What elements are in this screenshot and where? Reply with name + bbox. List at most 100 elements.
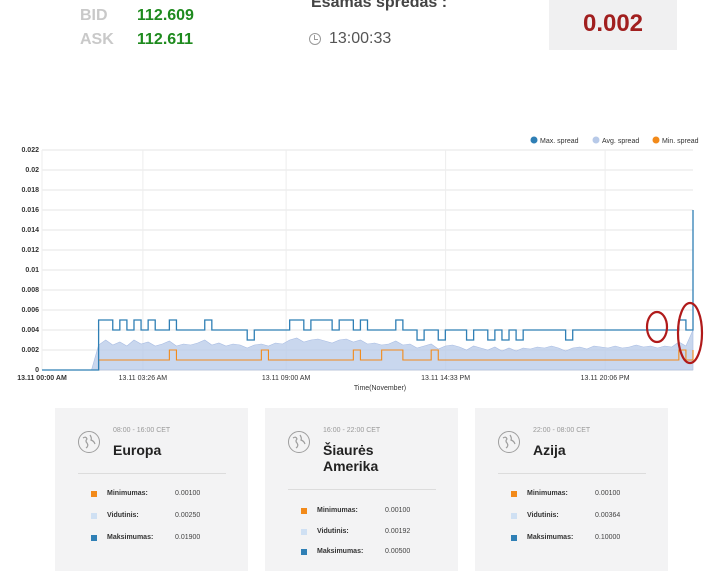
ask-value: 112.611	[137, 31, 194, 48]
current-time: 13:00:33	[329, 30, 392, 47]
y-tick-label: 0.018	[21, 187, 39, 194]
avg-value: 0.00364	[595, 512, 621, 519]
max-swatch	[91, 535, 97, 541]
max-swatch	[301, 549, 307, 555]
x-tick-label: 13.11 20:06 PM	[581, 375, 630, 382]
y-tick-label: 0.008	[21, 287, 39, 294]
clock-icon	[309, 33, 321, 45]
legend-swatch	[530, 136, 538, 144]
legend-swatch	[652, 136, 660, 144]
ask-label: ASK	[80, 31, 114, 48]
price-ticker: BID 112.609 ASK 112.611 Esamas spredas :…	[0, 0, 725, 60]
current-spread-label: Esamas spredas :	[311, 0, 448, 11]
avg-row: Vidutinis: 0.00192	[301, 528, 441, 538]
avg-swatch	[511, 513, 517, 519]
y-tick-label: 0	[35, 367, 39, 374]
globe-glyph	[292, 434, 306, 449]
avg-spread-area	[42, 329, 694, 371]
max-value: 0.10000	[595, 534, 621, 541]
max-value: 0.00500	[385, 548, 411, 555]
min-row: Minimumas: 0.00100	[301, 507, 441, 517]
avg-swatch	[301, 529, 307, 535]
annotation-circle	[645, 310, 669, 344]
x-tick-label: 13.11 03:26 AM	[119, 375, 168, 382]
avg-label: Vidutinis:	[317, 528, 349, 535]
min-value: 0.00100	[385, 507, 411, 514]
max-row: Maksimumas: 0.10000	[511, 534, 651, 544]
max-label: Maksimumas:	[107, 534, 154, 541]
avg-label: Vidutinis:	[527, 512, 559, 519]
bid-label: BID	[80, 7, 108, 24]
y-tick-label: 0.016	[21, 207, 39, 214]
avg-row: Vidutinis: 0.00250	[91, 512, 231, 522]
legend-label: Max. spread	[540, 138, 579, 145]
region-name: Europa	[113, 442, 161, 458]
legend-label: Min. spread	[662, 138, 699, 145]
min-row: Minimumas: 0.00100	[511, 490, 651, 500]
avg-value: 0.00192	[385, 528, 411, 535]
legend-swatch	[592, 136, 600, 144]
x-axis-label: Time(November)	[354, 385, 406, 392]
y-tick-label: 0.022	[21, 147, 39, 154]
x-tick-label: 13.11 09:00 AM	[262, 375, 311, 382]
x-tick-label: 13.11 00:00 AM	[17, 375, 67, 382]
max-swatch	[511, 535, 517, 541]
session-hours: 16:00 - 22:00 CET	[323, 427, 381, 434]
globe-glyph	[502, 434, 516, 449]
max-label: Maksimumas:	[527, 534, 574, 541]
divider	[498, 473, 646, 474]
max-label: Maksimumas:	[317, 548, 364, 555]
current-spread-box: 0.002	[549, 0, 677, 50]
min-label: Minimumas:	[107, 490, 148, 497]
bid-value: 112.609	[137, 7, 194, 24]
legend-label: Avg. spread	[602, 138, 639, 145]
y-tick-label: 0.02	[25, 167, 39, 174]
y-tick-label: 0.014	[21, 227, 39, 234]
max-value: 0.01900	[175, 534, 201, 541]
x-tick-label: 13.11 14:33 PM	[421, 375, 470, 382]
current-spread-value: 0.002	[582, 10, 644, 37]
region-name-line1: Europa	[113, 442, 162, 458]
max-row: Maksimumas: 0.00500	[301, 548, 441, 558]
divider	[288, 489, 436, 490]
globe-glyph	[82, 434, 96, 449]
session-card-asia: 22:00 - 08:00 CET Azija Minimumas: 0.0010…	[475, 408, 668, 571]
y-tick-label: 0.012	[21, 247, 39, 254]
y-tick-label: 0.006	[21, 307, 39, 314]
y-tick-label: 0.004	[21, 327, 39, 334]
session-hours: 22:00 - 08:00 CET	[533, 427, 591, 434]
min-swatch	[91, 491, 97, 497]
max-row: Maksimumas: 0.01900	[91, 534, 231, 544]
min-value: 0.00100	[175, 490, 201, 497]
session-card-europe: 08:00 - 16:00 CET Europa Minimumas: 0.001…	[55, 408, 248, 571]
europe-globe-icon	[78, 431, 100, 453]
avg-row: Vidutinis: 0.00364	[511, 512, 651, 522]
region-name-line1: Azija	[533, 442, 566, 458]
x-axis-ticks: 13.11 00:00 AM 13.11 03:26 AM 13.11 09:00 …	[17, 375, 630, 382]
region-name: Šiaurės Amerika	[323, 442, 378, 474]
min-swatch	[511, 491, 517, 497]
avg-label: Vidutinis:	[107, 512, 139, 519]
min-label: Minimumas:	[317, 507, 358, 514]
y-axis-ticks: 0 0.002 0.004 0.006 0.008 0.01 0.012 0.014 0.016…	[21, 147, 39, 374]
y-tick-label: 0.002	[21, 347, 39, 354]
min-row: Minimumas: 0.00100	[91, 490, 231, 500]
region-name-line1: Šiaurės	[323, 442, 374, 458]
min-value: 0.00100	[595, 490, 621, 497]
avg-spread-area-layer	[42, 329, 694, 371]
avg-value: 0.00250	[175, 512, 201, 519]
session-hours: 08:00 - 16:00 CET	[113, 427, 171, 434]
y-tick-label: 0.01	[25, 267, 39, 274]
america-globe-icon	[288, 431, 310, 453]
divider	[78, 473, 226, 474]
min-label: Minimumas:	[527, 490, 568, 497]
region-name-line2: Amerika	[323, 458, 379, 474]
session-card-north-america: 16:00 - 22:00 CET Šiaurės Amerika Minimum…	[265, 408, 458, 571]
region-name: Azija	[533, 442, 566, 458]
chart-legend: Max. spread Avg. spread Min. spread	[530, 136, 699, 145]
min-swatch	[301, 508, 307, 514]
avg-swatch	[91, 513, 97, 519]
chart-grid	[41, 149, 693, 371]
spread-chart: 0 0.002 0.004 0.006 0.008 0.01 0.012 0.014 0.016…	[17, 136, 704, 392]
asia-globe-icon	[498, 431, 520, 453]
